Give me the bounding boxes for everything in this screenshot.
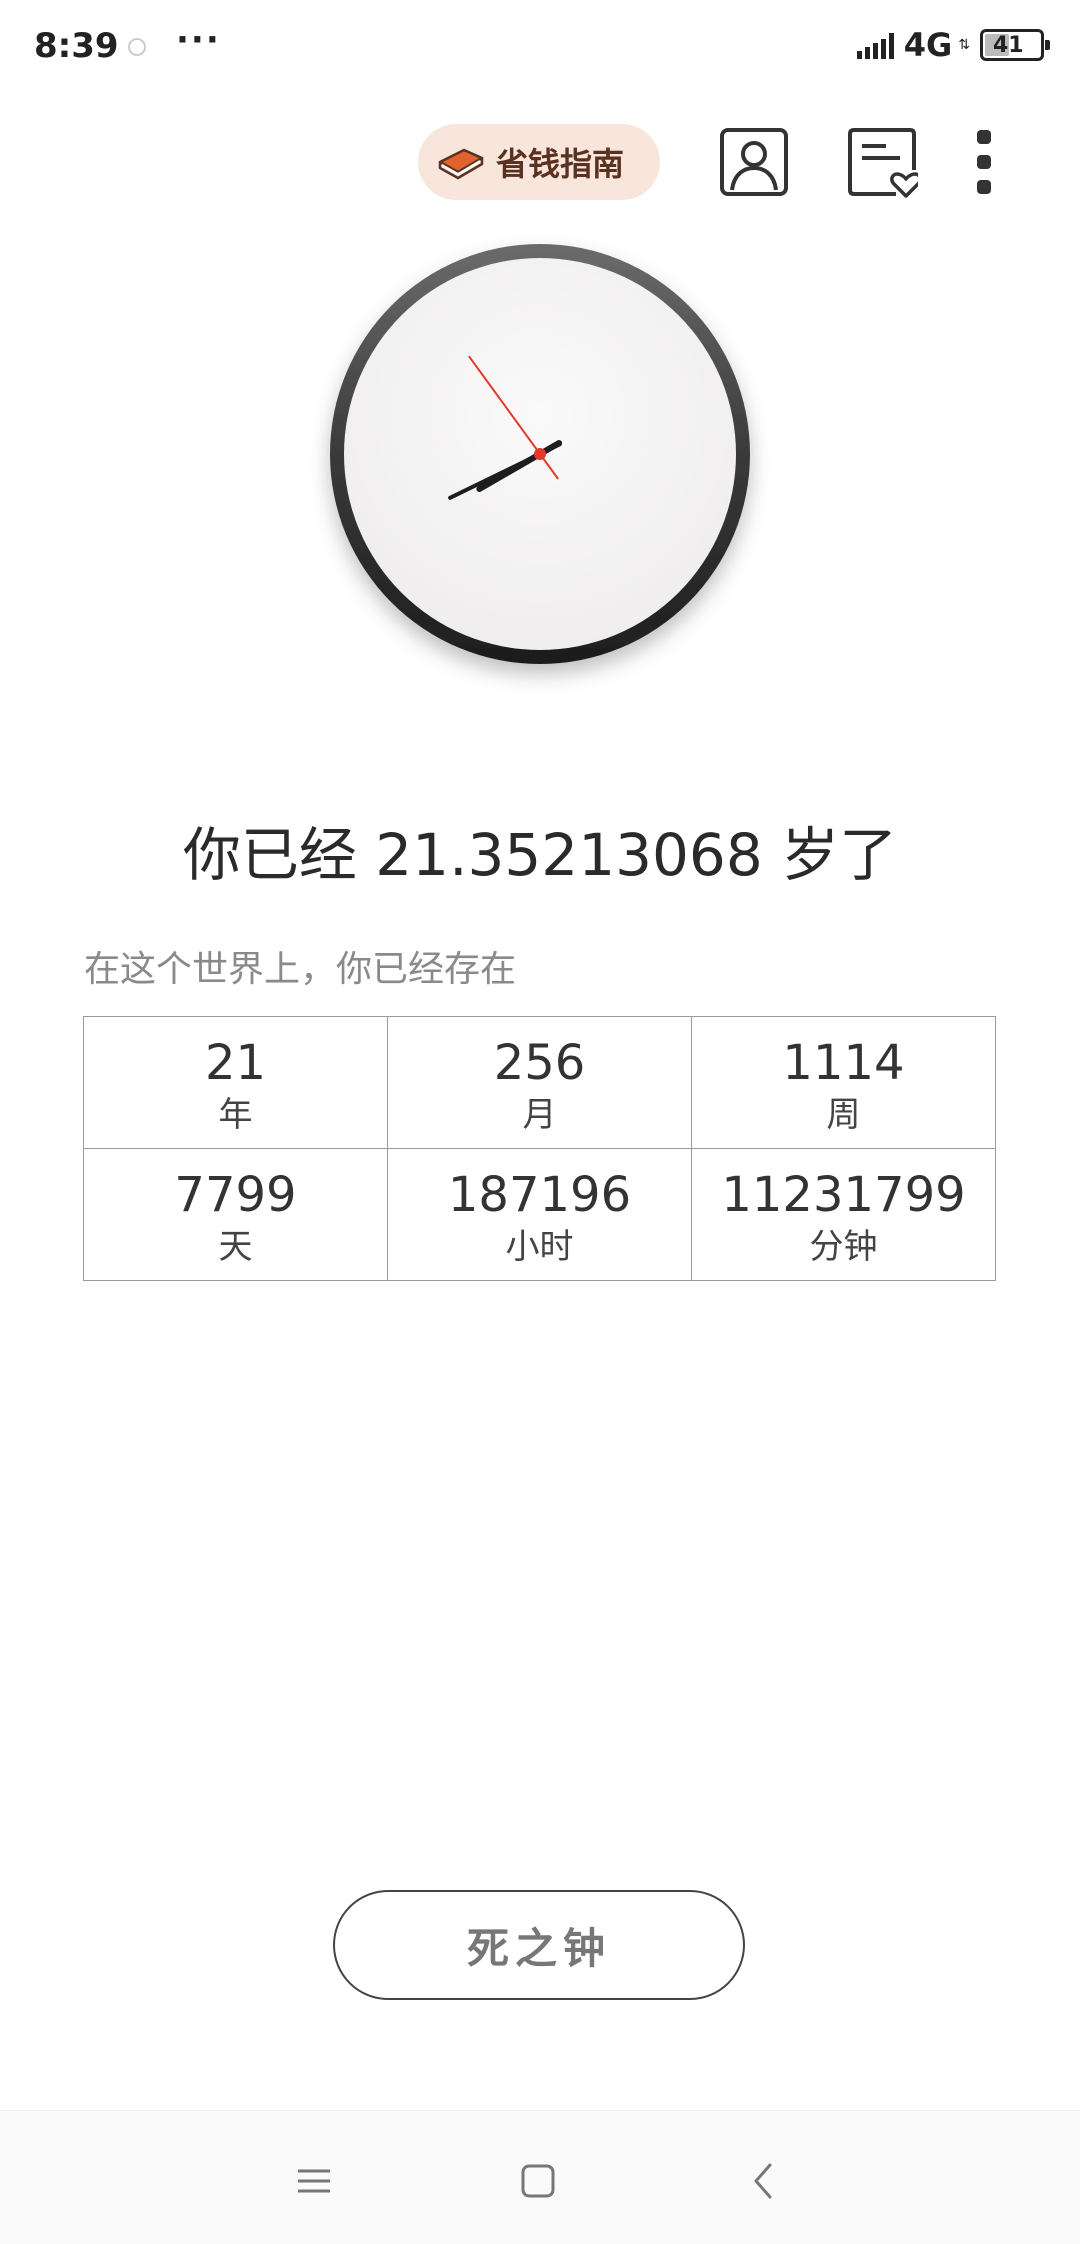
guide-label: 省钱指南 — [496, 145, 625, 183]
stat-value: 11231799 — [721, 1166, 966, 1223]
list-heart-icon[interactable] — [846, 126, 918, 198]
stat-months: 256 月 — [387, 1016, 692, 1149]
stat-minutes: 11231799 分钟 — [691, 1148, 996, 1281]
more-notifications-icon: ··· — [176, 20, 221, 60]
stat-weeks: 1114 周 — [691, 1016, 996, 1149]
system-nav-bar — [0, 2110, 1080, 2244]
battery-percent: 41 — [993, 32, 1024, 58]
clock-face — [330, 244, 750, 664]
stat-unit: 年 — [218, 1094, 253, 1135]
data-activity-icon: ⇅ — [958, 37, 970, 53]
person-icon[interactable] — [718, 126, 790, 198]
status-indicators: 4G ⇅ 41 — [856, 26, 1050, 64]
existence-stats-table: 21 年 256 月 1114 周 7799 天 187196 小时 11231 — [83, 1016, 996, 1281]
death-clock-button[interactable]: 死之钟 — [333, 1890, 745, 2000]
book-icon — [438, 148, 484, 180]
status-time: 8:39 — [34, 26, 119, 66]
square-home-icon[interactable] — [508, 2151, 568, 2211]
vertical-dots-icon[interactable] — [964, 130, 1004, 194]
stat-value: 1114 — [782, 1034, 905, 1091]
signal-icon — [856, 31, 894, 59]
stat-days: 7799 天 — [83, 1148, 388, 1281]
notification-icon — [128, 38, 146, 56]
stat-unit: 天 — [218, 1226, 253, 1267]
analog-clock — [326, 240, 754, 668]
stat-value: 21 — [204, 1034, 267, 1091]
stat-hours: 187196 小时 — [387, 1148, 692, 1281]
age-text: 你已经 21.35213068 岁了 — [182, 821, 898, 889]
back-chevron-icon[interactable] — [734, 2151, 794, 2211]
stat-value: 7799 — [174, 1166, 297, 1223]
table-row: 21 年 256 月 1114 周 — [83, 1016, 996, 1149]
network-type: 4G — [903, 26, 953, 64]
stat-value: 256 — [493, 1034, 586, 1091]
status-bar: 8:39 ··· 4G ⇅ 41 — [0, 0, 1080, 96]
stat-unit: 月 — [522, 1094, 557, 1135]
stat-unit: 分钟 — [809, 1226, 878, 1267]
table-row: 7799 天 187196 小时 11231799 分钟 — [83, 1148, 996, 1281]
battery-icon: 41 — [980, 29, 1050, 61]
stat-years: 21 年 — [83, 1016, 388, 1149]
stat-unit: 周 — [826, 1094, 861, 1135]
existence-caption: 在这个世界上，你已经存在 — [84, 949, 517, 990]
menu-icon[interactable] — [284, 2151, 344, 2211]
stat-value: 187196 — [447, 1166, 632, 1223]
money-saving-guide-button[interactable]: 省钱指南 — [418, 124, 660, 200]
app-screen: 8:39 ··· 4G ⇅ 41 省钱指南 你已经 21.35213068 岁了… — [0, 0, 1080, 2244]
clock-center-pin — [534, 448, 546, 460]
stat-unit: 小时 — [505, 1226, 574, 1267]
